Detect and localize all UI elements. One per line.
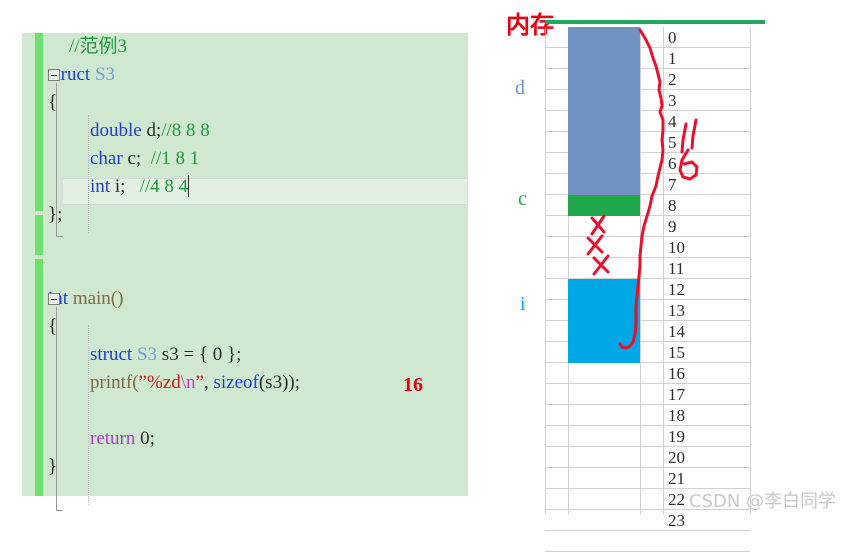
- grid-row: [545, 384, 750, 405]
- memory-offset-label: 14: [668, 322, 685, 341]
- change-bar: [35, 33, 43, 211]
- memory-offset-label: 5: [668, 133, 677, 152]
- code-line: int i; //4 8 4: [90, 177, 188, 197]
- memory-cell-d: [568, 90, 640, 111]
- memory-cell-d: [568, 174, 640, 195]
- code-line: return 0;: [90, 429, 155, 449]
- memory-cell-d: [568, 132, 640, 153]
- grid-row: [545, 216, 750, 237]
- code-token: S3: [136, 344, 162, 365]
- fold-bracket-line: [56, 83, 57, 236]
- memory-cell-i: [568, 321, 640, 342]
- change-bar: [35, 215, 43, 255]
- memory-cell-d: [568, 27, 640, 48]
- code-token: struct: [90, 344, 137, 365]
- memory-offset-label: 21: [668, 469, 685, 488]
- code-token: main(): [72, 288, 124, 309]
- code-token: sizeof: [213, 372, 259, 393]
- memory-cell-i: [568, 279, 640, 300]
- indent-guide: [88, 115, 89, 233]
- memory-top-border: [545, 20, 765, 24]
- fold-toggle-struct[interactable]: [48, 69, 60, 81]
- grid-row: [545, 531, 750, 552]
- memory-offset-label: 11: [668, 259, 685, 278]
- memory-offset-label: 6: [668, 154, 677, 173]
- code-token: c;: [127, 148, 151, 169]
- member-label-i: i: [520, 293, 526, 315]
- fold-toggle-main[interactable]: [48, 293, 60, 305]
- memory-cell-d: [568, 153, 640, 174]
- memory-offset-label: 13: [668, 301, 685, 320]
- grid-column-line: [750, 27, 751, 514]
- code-token: return: [90, 428, 141, 449]
- memory-cell-d: [568, 69, 640, 90]
- indent-guide: [88, 325, 89, 505]
- watermark: CSDN @李白同学: [689, 491, 837, 512]
- memory-offset-label: 2: [668, 70, 677, 89]
- grid-row: [545, 405, 750, 426]
- memory-cell-c: [568, 195, 640, 216]
- memory-offset-label: 12: [668, 280, 685, 299]
- code-token: //4 8 4: [139, 176, 189, 197]
- memory-offset-label: 9: [668, 217, 677, 236]
- memory-grid: 0 1 2 3 4 5 6 7 8 9 10 11 12 13 14 15 16 17 18 19 20 21 22 23: [545, 27, 751, 552]
- grid-row: [545, 237, 750, 258]
- grid-row: [545, 426, 750, 447]
- code-token: //范例3: [69, 36, 128, 57]
- memory-offset-label: 3: [668, 91, 677, 110]
- code-line: double d;//8 8 8: [90, 121, 210, 141]
- memory-offset-label: 16: [668, 364, 685, 383]
- code-token: 0;: [140, 428, 155, 449]
- code-token: d;: [146, 120, 162, 141]
- memory-offset-label: 20: [668, 448, 685, 467]
- code-line: //范例3: [69, 37, 127, 57]
- code-token: S3: [94, 64, 116, 85]
- change-bar: [35, 259, 43, 496]
- fold-bracket-end: [56, 510, 63, 511]
- code-token: //1 8 1: [150, 148, 200, 169]
- memory-cell-d: [568, 48, 640, 69]
- code-token: printf(: [90, 372, 139, 393]
- memory-offset-label: 0: [668, 28, 677, 47]
- memory-offset-label: 8: [668, 196, 677, 215]
- code-token: int: [90, 176, 115, 197]
- fold-bracket-line: [56, 307, 57, 510]
- memory-offset-label: 4: [668, 112, 677, 131]
- memory-offset-label: 15: [668, 343, 685, 362]
- grid-row: [545, 510, 750, 531]
- code-token: i;: [114, 176, 140, 197]
- memory-offset-label: 17: [668, 385, 685, 404]
- memory-cell-i: [568, 342, 640, 363]
- memory-offset-label: 10: [668, 238, 685, 257]
- grid-row: [545, 363, 750, 384]
- grid-row: [545, 468, 750, 489]
- grid-row: [545, 447, 750, 468]
- memory-offset-label: 1: [668, 49, 677, 68]
- code-token: //8 8 8: [161, 120, 210, 141]
- memory-cell-i: [568, 300, 640, 321]
- size-annotation-16: 16: [403, 374, 423, 396]
- memory-offset-label: 23: [668, 511, 685, 530]
- fold-bracket-end: [56, 236, 63, 237]
- code-editor-panel[interactable]: //范例3 struct S3{double d;//8 8 8 char c; /…: [22, 33, 468, 511]
- code-token: \n: [180, 372, 196, 393]
- code-token: (s3));: [258, 372, 300, 393]
- memory-offset-label: 19: [668, 427, 685, 446]
- memory-offset-label: 18: [668, 406, 685, 425]
- member-label-d: d: [515, 77, 525, 99]
- memory-offset-label: 7: [668, 175, 677, 194]
- memory-diagram: 内存 0 1 2 3 4 5 6 7 8 9 10 11 12 13 14 15 16 17 18 19 20 21 22 2…: [500, 0, 848, 552]
- code-token: double: [90, 120, 147, 141]
- memory-cell-d: [568, 111, 640, 132]
- code-token: ”%zd: [138, 372, 181, 393]
- code-line: char c; //1 8 1: [90, 149, 199, 169]
- member-label-c: c: [518, 188, 527, 210]
- code-line: struct S3 s3 = { 0 };: [90, 345, 241, 365]
- code-token: s3 = { 0 };: [161, 344, 242, 365]
- code-line: printf(”%zd\n”, sizeof(s3));: [90, 373, 300, 393]
- code-token: ”: [195, 372, 204, 393]
- grid-row: [545, 258, 750, 279]
- code-token: char: [90, 148, 128, 169]
- text-caret: [188, 175, 189, 197]
